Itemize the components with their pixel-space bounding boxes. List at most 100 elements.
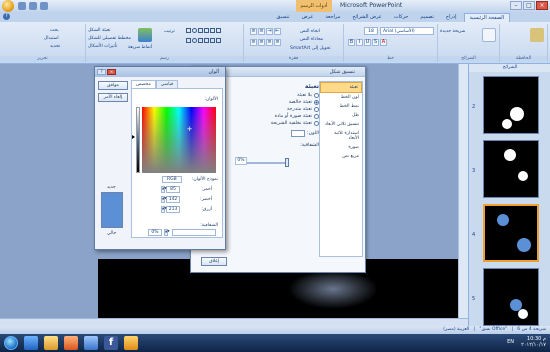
luminance-slider[interactable] [136,107,140,173]
slide-thumb-5[interactable] [483,268,539,326]
new-slide-icon[interactable] [482,28,496,42]
green-spinner[interactable]: ▲▼ [161,196,167,203]
nav-picture[interactable]: صورة [320,143,362,152]
drawing-tools-context-tab[interactable]: أدوات الرسم [296,0,332,12]
slide-thumb-2[interactable] [483,76,539,134]
slide-thumb-3[interactable] [483,140,539,198]
underline-button[interactable]: U [364,39,371,46]
horizontal-scrollbar[interactable] [0,318,468,326]
tab-standard[interactable]: قياسي [155,80,179,88]
nav-line-color[interactable]: لون الخط [320,93,362,102]
align-center-button[interactable]: ≡ [258,39,265,46]
start-button[interactable] [4,336,18,350]
transparency-spinner[interactable]: ▲▼ [164,229,170,236]
font-color-button[interactable]: A [380,39,387,46]
minimize-button[interactable]: – [510,1,522,10]
align-text-button[interactable]: محاذاة النص [300,36,323,43]
shape-fill-button[interactable]: تعبئة الشكل [88,27,111,34]
shapes-gallery[interactable] [186,28,222,35]
nav-line-style[interactable]: نمط الخط [320,102,362,111]
nav-shadow[interactable]: ظل [320,111,362,120]
color-model-select[interactable]: RGB [162,176,182,183]
justify-button[interactable]: ≡ [274,39,281,46]
close-button[interactable]: × [536,1,548,10]
powerpoint-icon[interactable] [64,336,78,350]
nav-3d-format[interactable]: تنسيق ثلاثي الأبعاد [320,120,362,129]
crosshair-icon[interactable]: + [186,126,193,133]
help-icon[interactable]: ? [3,13,10,20]
shape-effects-button[interactable]: تأثيرات الأشكال [88,43,117,50]
slide-thumb-4[interactable] [483,204,539,262]
word-icon[interactable] [84,336,98,350]
tab-animations[interactable]: حركات [389,13,413,22]
tab-slideshow[interactable]: عرض الشرائح [347,13,387,22]
quick-styles-button[interactable]: أنماط سريعة [128,44,152,51]
red-spinner[interactable]: ▲▼ [161,186,167,193]
nav-fill[interactable]: تعبئة [320,82,362,93]
select-button[interactable]: تحديد [50,43,60,50]
shape-outline-button[interactable]: مخطط تفصيلي للشكل [88,35,131,42]
app-icon[interactable] [124,336,138,350]
colors-close-icon[interactable]: × [107,69,116,75]
format-shape-close-button[interactable]: إغلاق [201,257,227,266]
vertical-scrollbar[interactable] [458,64,468,318]
align-right-button[interactable]: ≡ [250,39,257,46]
nav-3d-rotation[interactable]: استدارة ثلاثية الأبعاد [320,129,362,143]
tab-view[interactable]: عرض [297,13,319,22]
color-spectrum[interactable] [142,107,216,173]
tab-insert[interactable]: إدراج [441,13,462,22]
maximize-button[interactable]: □ [523,1,535,10]
tab-design[interactable]: تصميم [415,13,438,22]
colors-help-button[interactable]: ? [97,69,106,75]
outdent-button[interactable]: ⇤ [274,28,281,35]
transparency-slider-thumb[interactable] [285,158,289,167]
align-left-button[interactable]: ≡ [266,39,273,46]
office-button[interactable] [2,0,14,12]
tab-format[interactable]: تنسيق [272,13,295,22]
transparency-slider[interactable] [172,229,216,236]
ok-button[interactable]: موافق [98,81,128,90]
color-picker-button[interactable] [291,130,305,137]
facebook-icon[interactable]: f [104,336,118,350]
replace-button[interactable]: استبدال [44,35,59,42]
find-button[interactable]: بحث [50,27,59,34]
paste-icon[interactable] [530,28,544,42]
nav-text-box[interactable]: مربع نص [320,152,362,161]
shapes-gallery-row2[interactable] [186,38,222,45]
tab-home[interactable]: الصفحة الرئيسية [463,13,510,22]
cancel-button[interactable]: إلغاء الأمر [98,93,128,102]
language-indicator[interactable]: EN [507,339,514,345]
system-clock[interactable]: 10:30 م ٢٠١٢/١٠/١٧ [521,336,546,348]
blue-input[interactable]: 213 [166,206,180,213]
text-direction-button[interactable]: اتجاه النص [300,28,320,35]
glow-shape[interactable] [288,269,378,309]
luminance-arrow-icon[interactable] [132,135,135,139]
thumbnails-header[interactable]: الشرائح [469,64,550,72]
smartart-button[interactable]: تحويل إلى SmartArt [290,45,331,52]
bullets-button[interactable]: ≡ [250,28,257,35]
bold-button[interactable]: B [348,39,355,46]
italic-button[interactable]: I [356,39,363,46]
transparency-input[interactable]: 0% [148,229,162,236]
tab-custom[interactable]: مخصص [131,80,156,88]
tab-review[interactable]: مراجعة [320,13,345,22]
blue-spinner[interactable]: ▲▼ [161,206,167,213]
transparency-slider-track[interactable] [245,162,285,164]
ie-icon[interactable] [24,336,38,350]
font-name-box[interactable]: Arial (الأساسي) [380,27,434,35]
font-size-box[interactable]: 18 [364,27,378,35]
redo-icon[interactable] [40,2,48,10]
transparency-input[interactable]: 0% [235,157,247,165]
explorer-icon[interactable] [44,336,58,350]
red-input[interactable]: 85 [166,186,180,193]
quick-styles-icon[interactable] [138,28,152,42]
indent-button[interactable]: ⇥ [266,28,273,35]
undo-icon[interactable] [29,2,37,10]
strike-button[interactable]: S [372,39,379,46]
language-status[interactable]: العربية (مصر) [443,327,469,332]
numbering-button[interactable]: ≡ [258,28,265,35]
arrange-button[interactable]: ترتيب [164,28,175,35]
new-slide-button[interactable]: شريحة جديدة [440,28,465,35]
green-input[interactable]: 142 [166,196,180,203]
save-icon[interactable] [18,2,26,10]
